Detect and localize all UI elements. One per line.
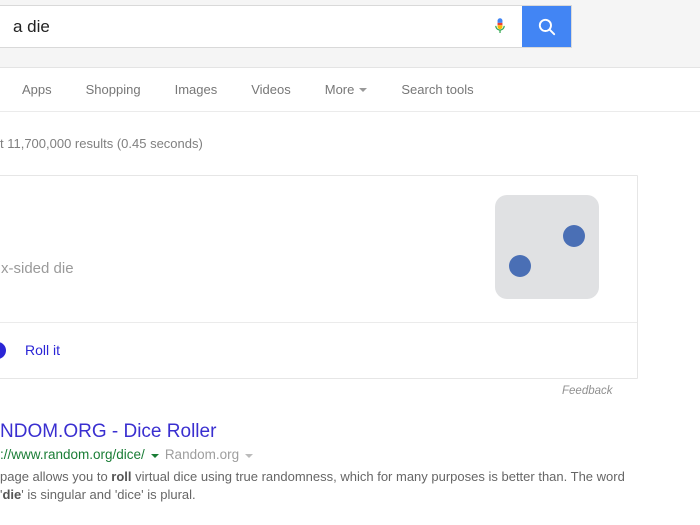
google-search-results-page: a die Apps Shopping Images Videos More S… <box>0 0 700 525</box>
dice-widget-display: x-sided die <box>0 176 637 323</box>
result-title-link[interactable]: NDOM.ORG - Dice Roller <box>0 420 700 444</box>
nav-item-label: Videos <box>251 82 291 97</box>
search-submit-button[interactable] <box>522 6 571 47</box>
snippet-bold-die: die <box>2 487 22 502</box>
nav-item-label: Apps <box>22 82 52 97</box>
snippet-text: page allows you to <box>0 469 112 484</box>
snippet-text: virtual dice using true randomness, whic… <box>131 469 564 484</box>
dice-type-label: x-sided die <box>1 260 74 277</box>
search-box[interactable]: a die <box>0 5 572 48</box>
result-cite: ://www.random.org/dice/ Random.org <box>0 446 700 464</box>
nav-item-label: More <box>324 82 355 97</box>
search-input[interactable]: a die <box>0 6 478 47</box>
result-url[interactable]: ://www.random.org/dice/ <box>0 446 145 464</box>
nav-item-label: Shopping <box>85 82 141 97</box>
chevron-down-icon[interactable] <box>245 454 254 458</box>
search-result-item: NDOM.ORG - Dice Roller ://www.random.org… <box>0 420 700 504</box>
result-site-name[interactable]: Random.org <box>165 446 239 464</box>
search-header-band: a die <box>0 0 700 68</box>
nav-item-label: Images <box>174 82 218 97</box>
dice-roller-widget: x-sided die Roll it <box>0 175 638 379</box>
microphone-icon[interactable] <box>478 6 522 47</box>
nav-item-shopping[interactable]: Shopping <box>86 82 141 97</box>
snippet-bold-roll: roll <box>111 469 132 484</box>
result-stats: t 11,700,000 results (0.45 seconds) <box>0 136 203 151</box>
nav-item-label: Search tools <box>401 82 474 97</box>
die-pip <box>509 255 531 277</box>
roll-it-button[interactable]: Roll it <box>25 342 60 358</box>
dice-widget-controls: Roll it <box>0 323 637 379</box>
chevron-down-icon[interactable] <box>150 454 159 458</box>
feedback-link[interactable]: Feedback <box>562 385 613 397</box>
nav-item-apps[interactable]: Apps <box>22 82 52 97</box>
nav-item-more[interactable]: More <box>325 82 368 97</box>
result-snippet: page allows you to roll virtual dice usi… <box>0 468 640 504</box>
roll-radio-indicator[interactable] <box>0 342 6 359</box>
nav-item-images[interactable]: Images <box>175 82 218 97</box>
nav-item-videos[interactable]: Videos <box>251 82 291 97</box>
search-nav-bar: Apps Shopping Images Videos More Search … <box>0 68 700 112</box>
chevron-down-icon <box>359 87 368 92</box>
nav-item-search-tools[interactable]: Search tools <box>401 82 473 97</box>
die-pip <box>563 225 585 247</box>
snippet-text: ' is singular and 'dice' is plural. <box>21 487 196 502</box>
die-face[interactable] <box>495 195 599 299</box>
